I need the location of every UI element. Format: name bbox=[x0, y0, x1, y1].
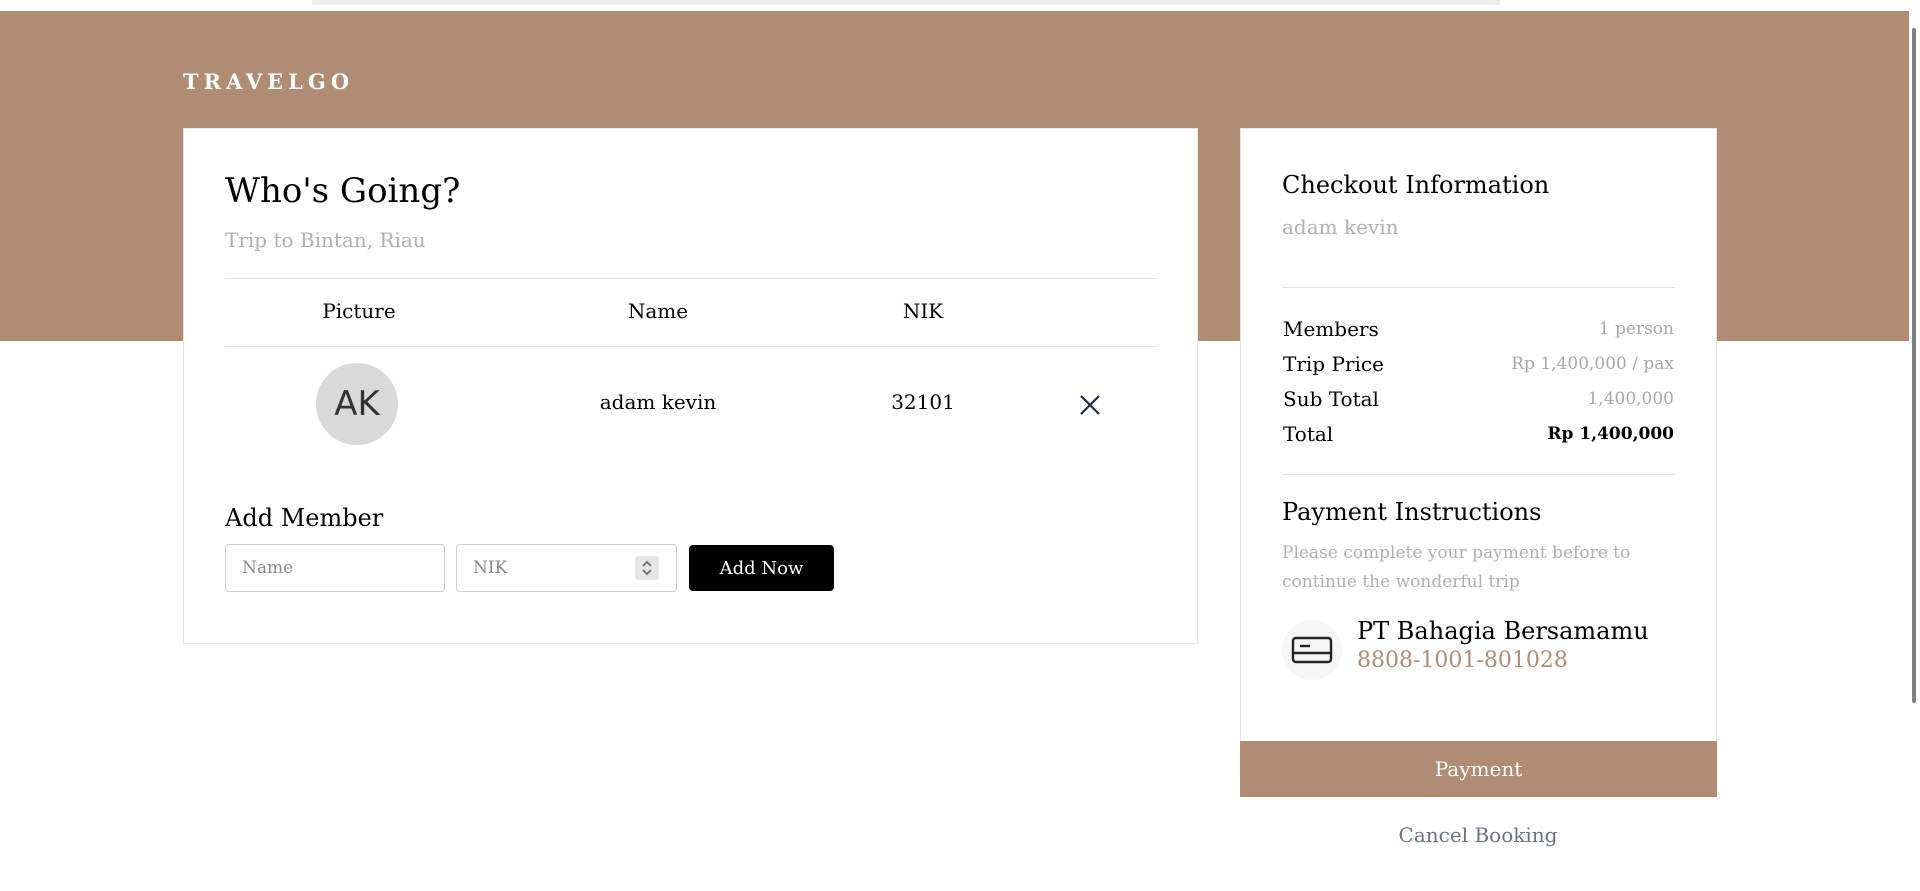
checkout-user: adam kevin bbox=[1282, 215, 1399, 239]
page-scrollbar[interactable] bbox=[1909, 0, 1920, 891]
brand-logo[interactable]: TRAVELGO bbox=[183, 69, 354, 94]
trip-price-value: Rp 1,400,000 / pax bbox=[1511, 354, 1674, 374]
cancel-booking-link[interactable]: Cancel Booking bbox=[1399, 823, 1558, 847]
bank-account-number: 8808-1001-801028 bbox=[1357, 648, 1568, 673]
add-now-button[interactable]: Add Now bbox=[689, 545, 834, 591]
members-card: Who's Going? Trip to Bintan, Riau Pictur… bbox=[183, 128, 1198, 644]
column-header-picture: Picture bbox=[322, 299, 396, 323]
member-name: adam kevin bbox=[599, 390, 717, 414]
top-bar bbox=[312, 0, 1500, 5]
checkout-title: Checkout Information bbox=[1282, 171, 1550, 199]
browser-top-strip bbox=[0, 0, 1920, 11]
name-input[interactable] bbox=[225, 544, 445, 592]
credit-card-icon bbox=[1291, 636, 1333, 664]
scrollbar-thumb[interactable] bbox=[1912, 28, 1916, 703]
bank-name: PT Bahagia Bersamamu bbox=[1357, 617, 1649, 645]
payment-divider bbox=[1282, 474, 1675, 475]
total-label: Total bbox=[1283, 422, 1334, 446]
page-title: Who's Going? bbox=[225, 171, 461, 211]
payment-instructions-title: Payment Instructions bbox=[1282, 498, 1542, 526]
avatar: AK bbox=[316, 363, 398, 445]
checkout-card: Checkout Information adam kevin Members … bbox=[1240, 128, 1717, 742]
table-top-divider bbox=[225, 278, 1157, 279]
subtotal-label: Sub Total bbox=[1283, 387, 1379, 411]
payment-note: Please complete your payment before to c… bbox=[1282, 543, 1631, 592]
close-icon bbox=[1080, 395, 1100, 415]
bank-icon-badge bbox=[1282, 620, 1342, 680]
number-stepper[interactable] bbox=[635, 556, 659, 580]
remove-member-button[interactable] bbox=[1077, 392, 1103, 418]
nik-field[interactable] bbox=[456, 544, 677, 592]
subtotal-value: 1,400,000 bbox=[1587, 389, 1674, 409]
checkout-divider bbox=[1282, 287, 1675, 288]
trip-price-label: Trip Price bbox=[1283, 352, 1384, 376]
payment-button[interactable]: Payment bbox=[1240, 741, 1717, 797]
member-nik: 32101 bbox=[891, 390, 955, 414]
column-header-nik: NIK bbox=[902, 299, 944, 323]
table-header-divider bbox=[225, 346, 1157, 347]
column-header-name: Name bbox=[627, 299, 689, 323]
add-member-title: Add Member bbox=[225, 504, 384, 532]
trip-subtitle: Trip to Bintan, Riau bbox=[225, 228, 426, 252]
stepper-arrows-icon bbox=[642, 560, 652, 576]
members-label: Members bbox=[1283, 317, 1379, 341]
members-value: 1 person bbox=[1598, 319, 1674, 339]
total-value: Rp 1,400,000 bbox=[1547, 424, 1674, 444]
